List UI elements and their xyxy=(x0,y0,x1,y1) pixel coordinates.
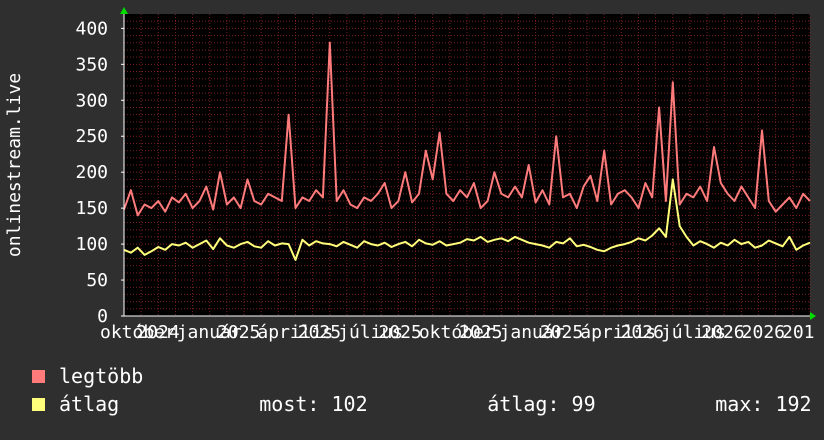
x-axis-ticks: október2024január2025április2025július20… xyxy=(100,322,815,343)
stat-now: most: 102 xyxy=(187,368,415,440)
x-tick-label: 2024 xyxy=(136,322,179,343)
legend-label-legtobb: legtöbb xyxy=(59,364,144,388)
y-tick-label: 400 xyxy=(75,18,108,39)
stat-now-label: most: xyxy=(259,392,320,416)
y-tick-label: 250 xyxy=(75,126,108,147)
line-chart: 050100150200250300350400 október2024janu… xyxy=(4,7,816,343)
x-tick-label: 201 xyxy=(782,322,815,343)
legend: legtöbb átlag most: 102 átlag: 99 max: 1… xyxy=(32,362,812,418)
x-axis-arrow-icon xyxy=(810,312,816,320)
y-tick-label: 100 xyxy=(75,234,108,255)
stat-avg-value: 99 xyxy=(571,392,596,416)
x-tick-label: 2026 xyxy=(621,322,664,343)
y-tick-label: 200 xyxy=(75,162,108,183)
x-tick-label: 2026 xyxy=(742,322,785,343)
legend-item-atlag: átlag most: 102 átlag: 99 max: 192 xyxy=(32,390,812,418)
stat-max-value: 192 xyxy=(775,392,812,416)
y-tick-label: 150 xyxy=(75,198,108,219)
y-axis-arrow-icon xyxy=(120,7,128,14)
x-tick-label: 2025 xyxy=(378,322,421,343)
y-axis-ticks: 050100150200250300350400 xyxy=(75,18,124,327)
y-axis-label: onlinestream.live xyxy=(4,73,25,257)
stat-avg: átlag: 99 xyxy=(415,368,643,440)
stat-now-value: 102 xyxy=(331,392,368,416)
legend-label-atlag: átlag xyxy=(59,392,120,416)
x-tick-label: 2025 xyxy=(540,322,583,343)
stat-max: max: 192 xyxy=(643,368,812,440)
y-tick-label: 300 xyxy=(75,90,108,111)
y-tick-label: 50 xyxy=(86,270,108,291)
stat-avg-label: átlag: xyxy=(487,392,560,416)
x-tick-label: 2025 xyxy=(217,322,260,343)
x-tick-label: 2025 xyxy=(298,322,341,343)
legend-swatch-legtobb xyxy=(32,369,45,383)
legend-swatch-atlag xyxy=(32,397,45,411)
x-tick-label: 2025 xyxy=(459,322,502,343)
x-tick-label: 2026 xyxy=(701,322,744,343)
stat-max-label: max: xyxy=(715,392,764,416)
y-tick-label: 350 xyxy=(75,54,108,75)
